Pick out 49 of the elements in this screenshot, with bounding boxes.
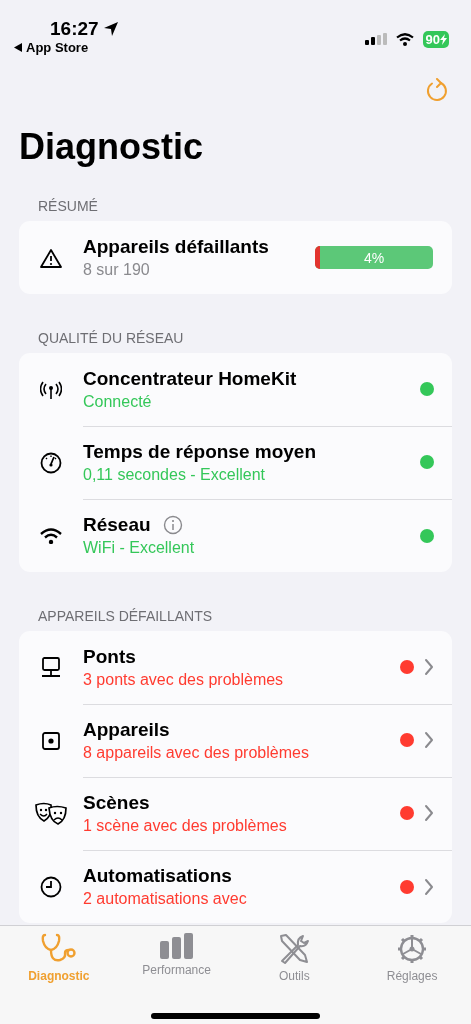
row-title: Appareils xyxy=(83,718,170,741)
progress-label: 4% xyxy=(362,248,386,268)
refresh-icon[interactable] xyxy=(425,78,449,104)
section-header: RÉSUMÉ xyxy=(38,198,99,214)
row-subtitle: WiFi - Excellent xyxy=(83,539,196,557)
warning-icon xyxy=(40,247,62,268)
chevron-icon xyxy=(424,877,434,896)
chevron-icon xyxy=(424,658,434,676)
back-link[interactable]: App Store xyxy=(14,40,119,55)
list-row[interactable]: Automatisations 2 automatisations avec xyxy=(19,850,452,923)
list-row[interactable]: Ponts 3 ponts avec des problèmes xyxy=(19,631,452,704)
row-title: Réseau xyxy=(83,514,151,536)
list-row[interactable]: Appareils 8 appareils avec des problèmes xyxy=(19,704,452,777)
row-subtitle: 0,11 secondes - Excellent xyxy=(83,465,267,484)
tools-icon xyxy=(278,933,311,965)
row-subtitle: 1 scène avec des problèmes xyxy=(83,816,288,835)
row-title: Automatisations xyxy=(83,865,232,887)
row-subtitle: Connecté xyxy=(83,392,153,411)
status-time: 16:27 xyxy=(50,18,99,40)
section-header: QUALITÉ DU RÉSEAU xyxy=(38,330,185,346)
monitor-icon xyxy=(41,656,61,679)
bar-chart-icon xyxy=(158,933,195,959)
battery-indicator: 90 xyxy=(422,30,449,48)
row-subtitle: 3 ponts avec des problèmes xyxy=(83,670,285,689)
info-icon[interactable] xyxy=(162,515,183,535)
signal-icon xyxy=(364,33,387,45)
row-title: Temps de réponse moyen xyxy=(83,440,316,463)
wifi-icon xyxy=(40,527,62,544)
row-title: Concentrateur HomeKit xyxy=(83,367,297,390)
back-triangle-icon xyxy=(14,43,22,52)
clock-icon xyxy=(40,875,62,898)
section-header: APPAREILS DÉFAILLANTS xyxy=(38,608,214,624)
row-title: Scènes xyxy=(83,791,150,814)
chevron-icon xyxy=(424,804,434,822)
theater-masks-icon xyxy=(34,801,68,826)
row-title: Ponts xyxy=(83,645,136,668)
antenna-icon xyxy=(40,380,62,399)
chevron-icon xyxy=(424,731,434,749)
gear-icon xyxy=(396,933,429,965)
location-icon xyxy=(102,21,119,37)
gauge-icon xyxy=(40,451,62,474)
row-title: Appareils défaillants xyxy=(83,236,270,258)
row-subtitle: 2 automatisations avec xyxy=(83,890,248,908)
list-row[interactable]: Scènes 1 scène avec des problèmes xyxy=(19,777,452,850)
bolt-icon xyxy=(440,33,447,45)
page-title: Diagnostic xyxy=(19,126,205,168)
row-subtitle: 8 appareils avec des problèmes xyxy=(83,743,310,762)
row-subtitle: 8 sur 190 xyxy=(83,261,151,279)
wifi-icon xyxy=(395,32,414,46)
